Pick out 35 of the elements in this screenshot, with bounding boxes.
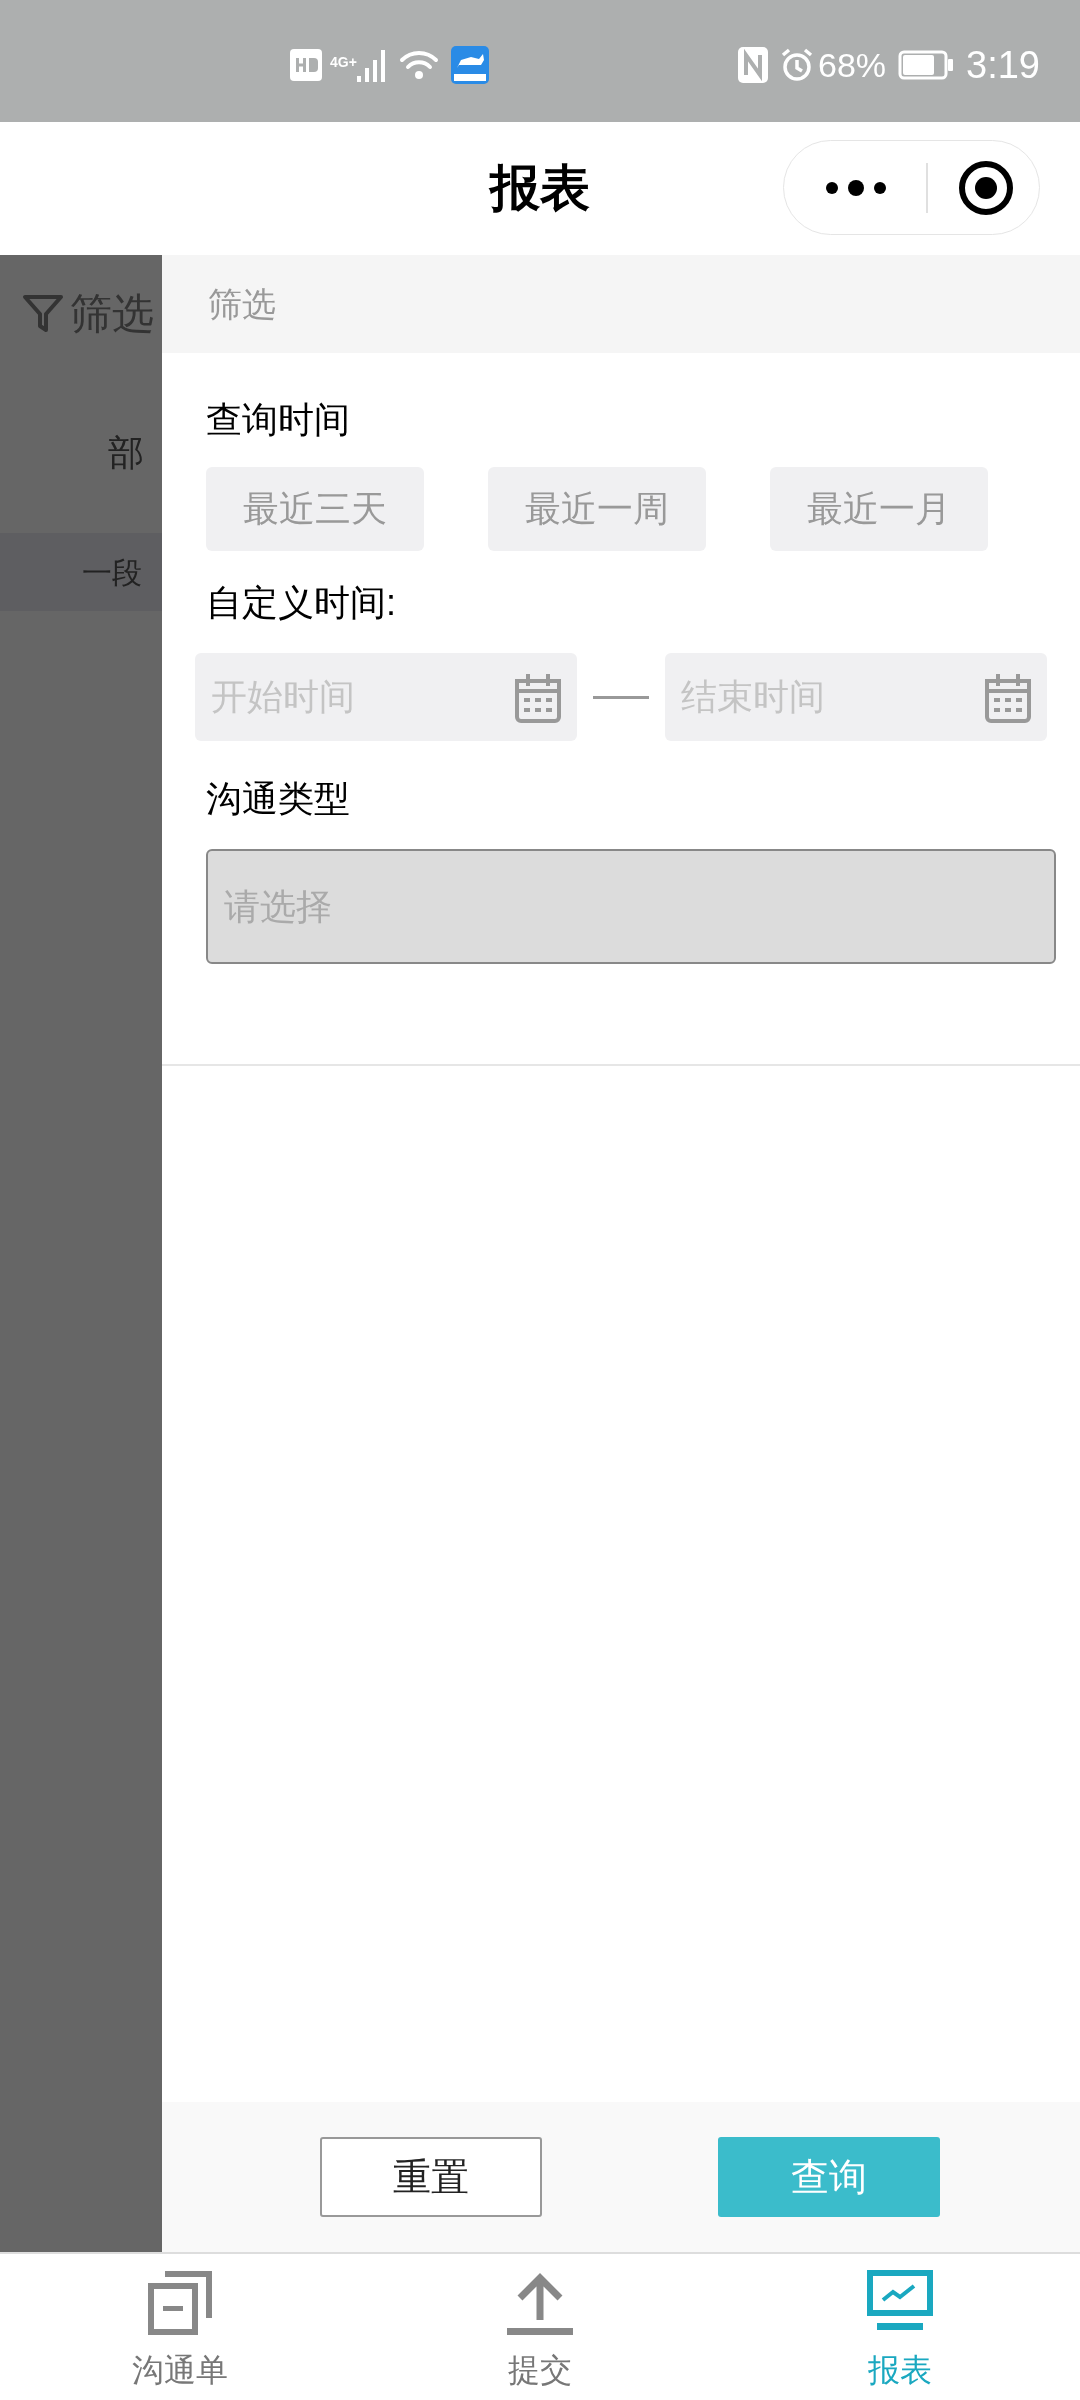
range-dash bbox=[593, 695, 649, 699]
section-label: 查询时间 bbox=[206, 398, 351, 442]
app-icon bbox=[450, 46, 489, 84]
calendar-icon bbox=[513, 671, 563, 723]
tab-label: 提交 bbox=[508, 2351, 572, 2390]
nfc-icon bbox=[737, 47, 768, 83]
tab[interactable]: 沟通单 bbox=[0, 2254, 360, 2400]
alarm-icon bbox=[779, 48, 814, 82]
battery-percent: 68% bbox=[817, 44, 887, 86]
tab-label: 报表 bbox=[868, 2351, 932, 2390]
battery-icon bbox=[898, 50, 955, 80]
wifi-icon bbox=[398, 48, 439, 82]
page-title: 报表 bbox=[488, 159, 591, 218]
more-icon[interactable] bbox=[824, 179, 888, 196]
section-label: 自定义时间: bbox=[206, 581, 397, 625]
filter-icon bbox=[22, 294, 64, 334]
query-button[interactable]: 查询 bbox=[718, 2137, 940, 2217]
documents-icon bbox=[147, 2270, 213, 2336]
row-text: 一段 bbox=[82, 554, 142, 591]
reset-button[interactable]: 重置 bbox=[320, 2137, 542, 2217]
calendar-icon bbox=[983, 671, 1033, 723]
section-label: 沟通类型 bbox=[206, 777, 351, 821]
range-button[interactable]: 最近三天 bbox=[206, 467, 424, 551]
tab[interactable]: 提交 bbox=[360, 2254, 720, 2400]
panel-title: 筛选 bbox=[208, 283, 276, 325]
tab-label: 沟通单 bbox=[132, 2351, 228, 2390]
close-icon[interactable] bbox=[958, 159, 1014, 216]
hd-icon bbox=[290, 49, 322, 81]
column-label: 部 bbox=[108, 431, 144, 475]
range-button[interactable]: 最近一周 bbox=[488, 467, 706, 551]
clock: 3:19 bbox=[966, 42, 1040, 88]
signal-icon bbox=[356, 48, 387, 82]
range-button[interactable]: 最近一月 bbox=[770, 467, 988, 551]
tab[interactable]: 报表 bbox=[720, 2254, 1080, 2400]
network-label: 4G+ bbox=[330, 53, 357, 72]
